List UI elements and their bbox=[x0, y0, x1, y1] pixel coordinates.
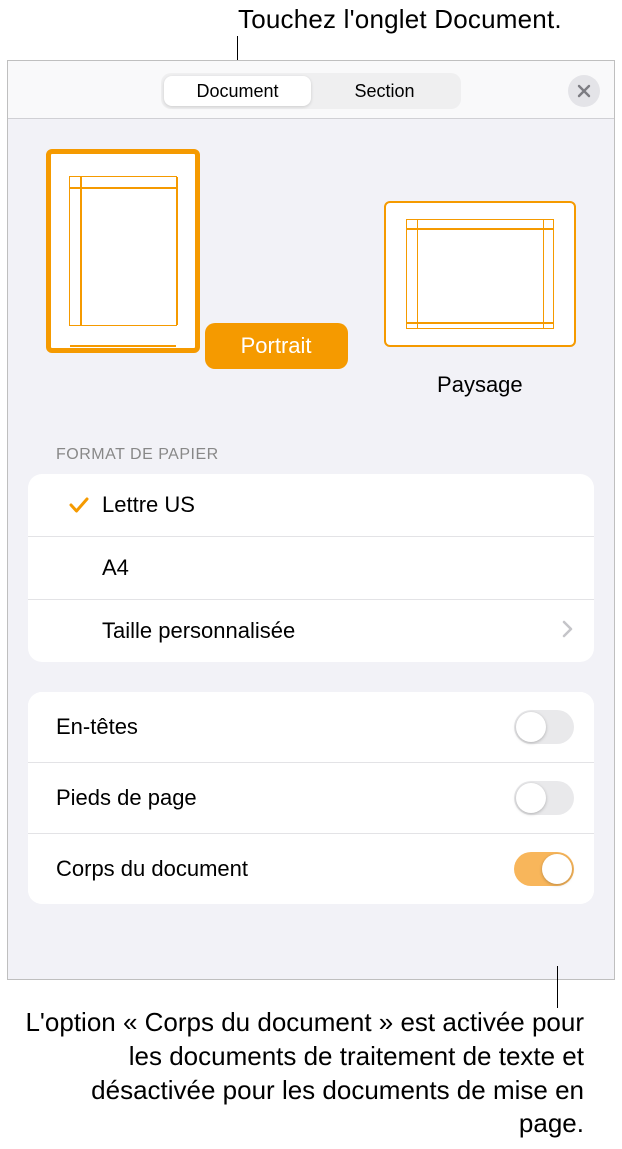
tab-section[interactable]: Section bbox=[311, 76, 458, 106]
switch-knob bbox=[516, 783, 546, 813]
paper-option-a4[interactable]: A4 bbox=[28, 537, 594, 600]
paper-format-card: Lettre US A4 Taille personnalisée bbox=[28, 474, 594, 662]
document-settings-panel: Document Section Portrait Paysage FORMAT… bbox=[7, 60, 615, 980]
checkmark-icon bbox=[56, 494, 102, 516]
portrait-thumbnail bbox=[46, 149, 200, 353]
landscape-thumbnail bbox=[384, 201, 576, 347]
tab-document[interactable]: Document bbox=[164, 76, 311, 106]
orientation-landscape[interactable]: Paysage bbox=[384, 149, 576, 398]
toggle-label: En-têtes bbox=[56, 714, 514, 740]
paper-option-us-letter[interactable]: Lettre US bbox=[28, 474, 594, 537]
tab-segmented-control: Document Section bbox=[161, 73, 461, 109]
switch-knob bbox=[542, 854, 572, 884]
footers-toggle[interactable] bbox=[514, 781, 574, 815]
portrait-margin-guides bbox=[69, 176, 177, 326]
document-toggles-card: En-têtes Pieds de page Corps du document bbox=[28, 692, 594, 904]
portrait-label: Portrait bbox=[205, 323, 348, 369]
paper-option-label: Taille personnalisée bbox=[102, 618, 562, 644]
toggle-row-footers: Pieds de page bbox=[28, 763, 594, 834]
paper-format-section-title: FORMAT DE PAPIER bbox=[8, 408, 614, 474]
toggle-label: Corps du document bbox=[56, 856, 514, 882]
paper-option-custom[interactable]: Taille personnalisée bbox=[28, 600, 594, 662]
paper-option-label: A4 bbox=[102, 555, 574, 581]
switch-knob bbox=[516, 712, 546, 742]
landscape-label: Paysage bbox=[384, 372, 576, 398]
close-icon bbox=[577, 84, 591, 98]
headers-toggle[interactable] bbox=[514, 710, 574, 744]
callout-leader-line-bottom bbox=[557, 966, 558, 1008]
orientation-portrait[interactable]: Portrait bbox=[46, 149, 347, 398]
landscape-margin-guides bbox=[406, 219, 554, 329]
paper-option-label: Lettre US bbox=[102, 492, 574, 518]
toggle-label: Pieds de page bbox=[56, 785, 514, 811]
panel-header: Document Section bbox=[8, 61, 614, 119]
close-button[interactable] bbox=[568, 75, 600, 107]
callout-bottom-text: L'option « Corps du document » est activ… bbox=[22, 1006, 584, 1141]
chevron-right-icon bbox=[562, 618, 574, 644]
body-toggle[interactable] bbox=[514, 852, 574, 886]
callout-top-text: Touchez l'onglet Document. bbox=[0, 0, 622, 35]
orientation-row: Portrait Paysage bbox=[8, 119, 614, 408]
toggle-row-headers: En-têtes bbox=[28, 692, 594, 763]
toggle-row-body: Corps du document bbox=[28, 834, 594, 904]
